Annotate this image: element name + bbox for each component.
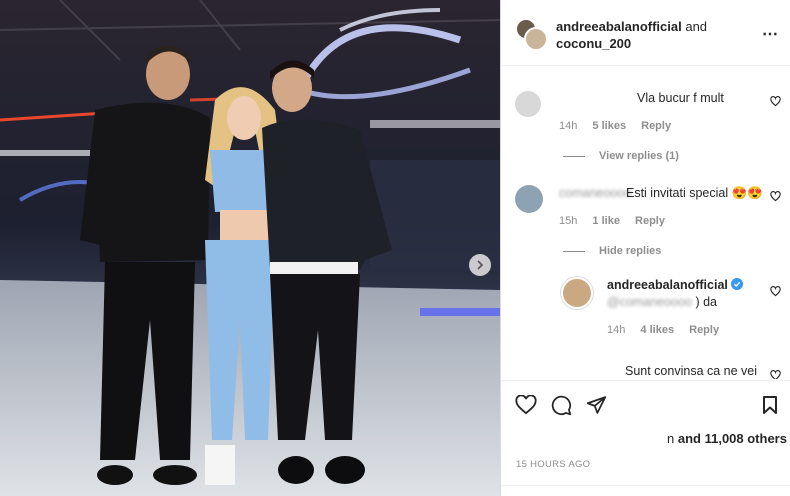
reply-username-text[interactable]: andreeabalanofficial: [607, 278, 728, 292]
post-timestamp: 15 HOURS AGO: [516, 459, 591, 470]
reply-text-body: ) da: [695, 295, 717, 309]
hide-replies-button[interactable]: Hide replies: [563, 245, 661, 257]
comment-text: Vla bucur f mult: [637, 91, 724, 105]
verified-badge-icon: [731, 278, 744, 290]
comment-time: 15h: [559, 215, 578, 227]
post-side-panel: andreeabalanofficial and coconu_200 ⋯ Vl…: [500, 0, 790, 496]
likes-prefix: n: [667, 431, 675, 446]
collab-avatars[interactable]: [515, 18, 548, 51]
share-icon[interactable]: [586, 395, 607, 415]
heart-icon[interactable]: [770, 286, 781, 297]
author-username[interactable]: andreeabalanofficial: [556, 19, 682, 34]
comment-likes[interactable]: 5 likes: [592, 120, 626, 132]
post-authors: andreeabalanofficial and coconu_200: [556, 18, 756, 52]
comment-emoji: 😍😍: [731, 186, 763, 200]
author-connector: and: [685, 19, 708, 34]
comment-time: 14h: [559, 120, 578, 132]
comment-text: Sunt convinsa ca ne vei: [625, 364, 758, 378]
divider: [563, 250, 585, 252]
reply-username: andreeabalanofficial: [607, 278, 744, 292]
reply-button[interactable]: Reply: [689, 324, 719, 336]
comment-text-body: Esti invitati special: [626, 186, 729, 200]
comment-likes[interactable]: 4 likes: [640, 324, 674, 336]
mention: @comaneoooo: [607, 295, 692, 309]
heart-icon[interactable]: [515, 395, 537, 415]
divider: [501, 485, 790, 486]
comment-icon[interactable]: [551, 395, 572, 416]
coauthor-username[interactable]: coconu_200: [556, 36, 631, 51]
chevron-right-icon: [477, 260, 484, 270]
post-actions: n and 11,008 others 15 HOURS AGO: [501, 380, 790, 496]
photo-illustration: [0, 0, 500, 496]
comment-username: comaneoooo: [559, 186, 632, 200]
avatar[interactable]: [515, 185, 543, 213]
comment-text: Esti invitati special 😍😍: [626, 186, 763, 201]
divider: [563, 155, 585, 157]
reply-button[interactable]: Reply: [641, 120, 671, 132]
post-header: andreeabalanofficial and coconu_200 ⋯: [501, 0, 790, 66]
comment-time: 14h: [607, 324, 626, 336]
reply-text: @comaneoooo ) da: [607, 295, 717, 309]
reply-button[interactable]: Reply: [635, 215, 665, 227]
avatar: [524, 27, 548, 51]
more-options-icon[interactable]: ⋯: [762, 24, 779, 44]
comment-meta: 14h 5 likes Reply: [559, 120, 683, 132]
avatar[interactable]: [561, 277, 593, 309]
heart-icon[interactable]: [770, 96, 781, 107]
likes-summary[interactable]: n and 11,008 others: [667, 431, 787, 446]
heart-icon[interactable]: [770, 191, 781, 202]
comment-likes[interactable]: 1 like: [592, 215, 620, 227]
comment-meta: 15h 1 like Reply: [559, 215, 677, 227]
avatar[interactable]: [515, 91, 541, 117]
comments-list: Vla bucur f mult 14h 5 likes Reply View …: [501, 67, 790, 379]
view-replies-label: View replies (1): [599, 150, 679, 162]
next-photo-button[interactable]: [469, 254, 491, 276]
comment-meta: 14h 4 likes Reply: [607, 324, 731, 336]
likes-count: and 11,008 others: [677, 431, 787, 446]
bookmark-icon[interactable]: [762, 395, 778, 415]
post-photo: [0, 0, 500, 496]
hide-replies-label: Hide replies: [599, 245, 662, 257]
heart-icon[interactable]: [770, 370, 781, 379]
view-replies-button[interactable]: View replies (1): [563, 150, 679, 162]
